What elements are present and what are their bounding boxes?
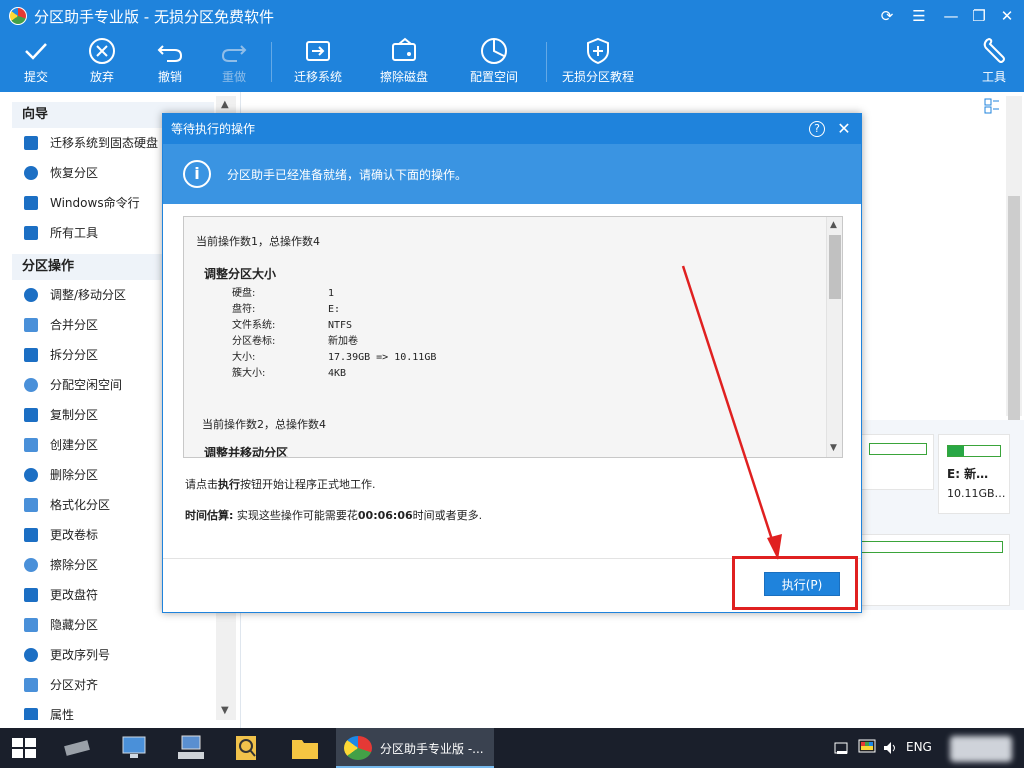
taskbar-app-partition-assistant[interactable]: 分区助手专业版 -... (336, 728, 494, 768)
annotation-arrow (681, 265, 782, 560)
keyboard-computer-icon[interactable] (176, 734, 206, 762)
taskbar: 分区助手专业版 -... ENG (0, 728, 1024, 768)
windows-start-icon[interactable] (12, 738, 36, 758)
action-center-icon[interactable] (834, 741, 850, 755)
memory-chip-icon[interactable] (62, 734, 92, 762)
file-explorer-icon[interactable] (290, 734, 320, 762)
clock-blurred[interactable] (950, 736, 1012, 762)
network-computer-icon[interactable] (120, 734, 150, 762)
app-logo-icon (344, 736, 372, 760)
display-color-icon[interactable] (858, 739, 876, 755)
language-indicator[interactable]: ENG (906, 740, 932, 754)
active-task-label: 分区助手专业版 -... (380, 742, 484, 756)
search-tool-icon[interactable] (232, 734, 262, 762)
volume-icon[interactable] (882, 740, 898, 756)
